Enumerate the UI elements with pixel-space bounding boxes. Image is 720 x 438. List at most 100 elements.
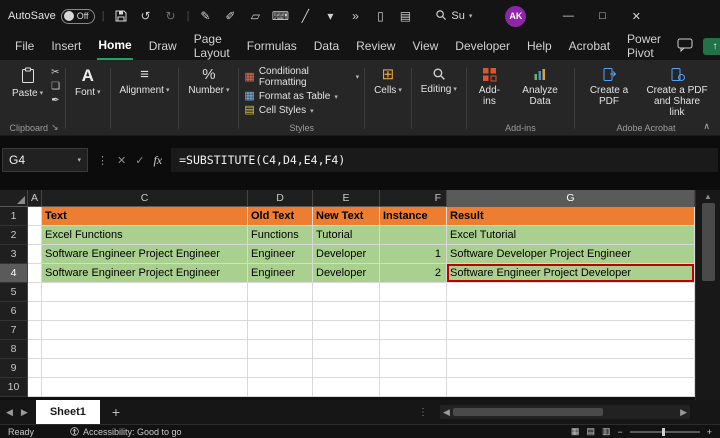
ruler-icon[interactable]: ╱ <box>296 6 314 26</box>
cell[interactable] <box>248 283 313 302</box>
cell[interactable] <box>28 321 42 340</box>
cell[interactable] <box>42 340 248 359</box>
cancel-icon[interactable]: ✕ <box>117 154 126 167</box>
tab-acrobat[interactable]: Acrobat <box>568 34 611 59</box>
minimize-button[interactable]: — <box>551 0 585 32</box>
zoom-slider[interactable] <box>630 431 700 433</box>
vertical-scrollbar-thumb[interactable] <box>702 203 715 281</box>
horizontal-scrollbar[interactable]: ◀ ▶ <box>440 405 690 419</box>
cell[interactable] <box>248 378 313 397</box>
cell-G3[interactable]: Software Developer Project Engineer <box>447 245 695 264</box>
cell-A1[interactable] <box>28 207 42 226</box>
zoom-slider-thumb[interactable] <box>662 428 665 436</box>
cell-C3[interactable]: Software Engineer Project Engineer <box>42 245 248 264</box>
cell[interactable] <box>380 283 447 302</box>
conditional-formatting-button[interactable]: ▦ Conditional Formatting ▾ <box>244 66 359 88</box>
prev-sheet-icon[interactable]: ◀ <box>6 407 13 418</box>
cell[interactable] <box>28 283 42 302</box>
avatar[interactable]: AK <box>505 6 526 27</box>
paste-button[interactable]: Paste▾ <box>8 63 47 99</box>
zoom-in-button[interactable]: + <box>707 427 712 437</box>
cell[interactable] <box>313 283 380 302</box>
cell-D2[interactable]: Functions <box>248 226 313 245</box>
cell[interactable] <box>447 359 695 378</box>
cell[interactable] <box>447 340 695 359</box>
cell[interactable] <box>42 283 248 302</box>
name-box[interactable]: G4 ▾ <box>2 148 88 172</box>
tab-resize-handle[interactable]: ⋮ <box>418 407 428 418</box>
tab-review[interactable]: Review <box>355 34 396 59</box>
cell[interactable] <box>248 340 313 359</box>
formula-input[interactable]: =SUBSTITUTE(C4,D4,E4,F4) <box>171 148 718 172</box>
editing-button[interactable]: Editing▾ <box>417 63 461 95</box>
tab-insert[interactable]: Insert <box>50 34 82 59</box>
row-header-2[interactable]: 2 <box>0 226 28 245</box>
cell-D1[interactable]: Old Text <box>248 207 313 226</box>
next-sheet-icon[interactable]: ▶ <box>21 407 28 418</box>
alignment-button[interactable]: ≡ Alignment▾ <box>115 63 173 96</box>
cells-button[interactable]: ⊞ Cells▾ <box>370 63 406 96</box>
cell[interactable] <box>313 378 380 397</box>
cell[interactable] <box>248 321 313 340</box>
search-box[interactable]: Su ▾ <box>435 9 472 24</box>
horizontal-scrollbar-thumb[interactable] <box>453 408 603 416</box>
row-header-1[interactable]: 1 <box>0 207 28 226</box>
number-button[interactable]: % Number▾ <box>184 63 233 96</box>
cell-D3[interactable]: Engineer <box>248 245 313 264</box>
cell[interactable] <box>447 321 695 340</box>
create-pdf-button[interactable]: Create a PDF <box>580 63 638 107</box>
cell[interactable] <box>380 378 447 397</box>
cell-D4[interactable]: Engineer <box>248 264 313 283</box>
cell-E3[interactable]: Developer <box>313 245 380 264</box>
cell[interactable] <box>313 302 380 321</box>
cell[interactable] <box>28 340 42 359</box>
eraser-icon[interactable]: ▱ <box>246 6 264 26</box>
cell-F2[interactable] <box>380 226 447 245</box>
dialog-launcher-icon[interactable]: ↘ <box>51 122 59 133</box>
cell[interactable] <box>380 321 447 340</box>
highlighter-icon[interactable]: ✐ <box>221 6 239 26</box>
share-button[interactable]: ↑ <box>703 38 720 55</box>
add-sheet-button[interactable]: + <box>108 404 124 420</box>
font-button[interactable]: A Font▾ <box>71 63 105 98</box>
tab-formulas[interactable]: Formulas <box>246 34 298 59</box>
column-header-A[interactable]: A <box>28 190 42 207</box>
cell[interactable] <box>447 283 695 302</box>
cell-C4[interactable]: Software Engineer Project Engineer <box>42 264 248 283</box>
row-header-3[interactable]: 3 <box>0 245 28 264</box>
zoom-out-button[interactable]: − <box>617 427 622 437</box>
cell[interactable] <box>313 321 380 340</box>
cell-C1[interactable]: Text <box>42 207 248 226</box>
cell-A4[interactable] <box>28 264 42 283</box>
accessibility-status[interactable]: Accessibility: Good to go <box>70 427 182 437</box>
create-pdf-share-button[interactable]: Create a PDF and Share link <box>642 63 712 118</box>
cell-E1[interactable]: New Text <box>313 207 380 226</box>
cell-G2[interactable]: Excel Tutorial <box>447 226 695 245</box>
maximize-button[interactable]: □ <box>585 0 619 32</box>
page-break-view-icon[interactable]: ▥ <box>602 426 611 437</box>
row-header-5[interactable]: 5 <box>0 283 28 302</box>
vertical-scrollbar[interactable]: ▲ <box>695 190 720 400</box>
column-header-F[interactable]: F <box>380 190 447 207</box>
cell[interactable] <box>248 302 313 321</box>
cell[interactable] <box>447 378 695 397</box>
row-header-8[interactable]: 8 <box>0 340 28 359</box>
undo-icon[interactable]: ↺ <box>137 6 155 26</box>
row-header-9[interactable]: 9 <box>0 359 28 378</box>
column-header-E[interactable]: E <box>313 190 380 207</box>
cell-E2[interactable]: Tutorial <box>313 226 380 245</box>
tab-view[interactable]: View <box>411 34 439 59</box>
cell[interactable] <box>28 359 42 378</box>
analyze-data-button[interactable]: Analyze Data <box>511 63 569 107</box>
row-header-10[interactable]: 10 <box>0 378 28 397</box>
cell[interactable] <box>313 340 380 359</box>
cell[interactable] <box>313 359 380 378</box>
row-header-4[interactable]: 4 <box>0 264 28 283</box>
cell[interactable] <box>447 302 695 321</box>
column-header-D[interactable]: D <box>248 190 313 207</box>
cell[interactable] <box>42 359 248 378</box>
scroll-left-icon[interactable]: ◀ <box>443 407 450 418</box>
tab-data[interactable]: Data <box>313 34 340 59</box>
autosave-toggle[interactable]: Off <box>61 9 95 24</box>
cell[interactable] <box>380 302 447 321</box>
